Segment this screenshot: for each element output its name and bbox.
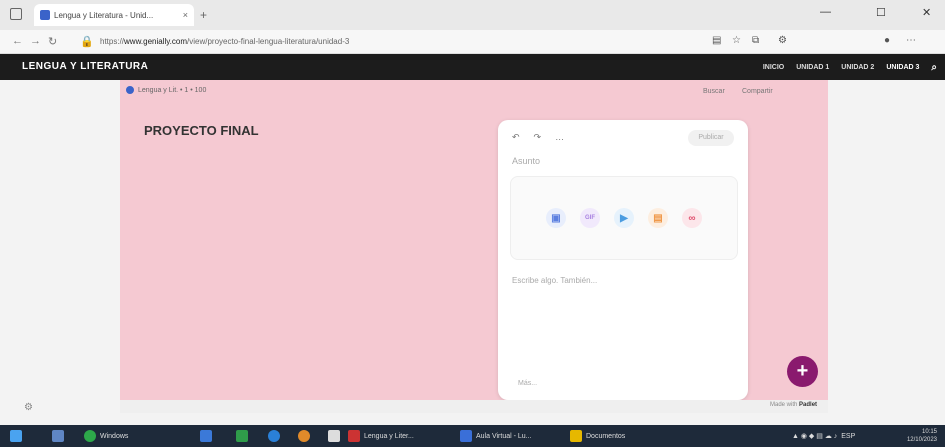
taskbar-app-1[interactable] bbox=[200, 428, 212, 444]
canvas-footer bbox=[120, 400, 828, 413]
brand-name: Padlet bbox=[799, 402, 818, 408]
workspaces-icon[interactable] bbox=[10, 8, 22, 20]
favorites-icon[interactable]: ☆ bbox=[732, 35, 741, 46]
system-clock[interactable]: 10:15 12/10/2023 bbox=[907, 428, 937, 444]
tab-close-icon[interactable]: × bbox=[183, 10, 188, 20]
menu-icon[interactable]: ⋯ bbox=[906, 35, 916, 46]
canvas-search-button[interactable]: Buscar bbox=[703, 88, 725, 95]
nav-link-unidad-1[interactable]: UNIDAD 1 bbox=[796, 64, 829, 71]
system-tray[interactable]: ▲ ◉ ◆ ▤ ☁ ♪ ESP bbox=[792, 428, 855, 444]
clock-date: 12/10/2023 bbox=[906, 437, 937, 443]
publish-button[interactable]: Publicar bbox=[688, 130, 734, 146]
profile-icon[interactable]: ● bbox=[884, 35, 890, 46]
taskbar-app-3[interactable] bbox=[268, 428, 280, 444]
taskbar-app-5[interactable] bbox=[328, 428, 340, 444]
windows-start-icon bbox=[10, 430, 22, 442]
taskbar-label: Lengua y Liter... bbox=[364, 432, 414, 440]
nav-link-unidad-2[interactable]: UNIDAD 2 bbox=[841, 64, 874, 71]
reader-icon[interactable]: ▤ bbox=[712, 35, 721, 46]
post-composer: ↶ ↷ … Publicar Asunto ▣ GIF ▶ ▤ ∞ Escribe al… bbox=[498, 120, 748, 400]
taskbar-file-explorer[interactable] bbox=[52, 428, 64, 444]
url-domain: www.genially.com bbox=[124, 37, 187, 46]
keyboard-language: ESP bbox=[841, 432, 856, 440]
edge-icon bbox=[268, 430, 280, 442]
whatsapp-icon bbox=[84, 430, 96, 442]
site-header: LENGUA Y LITERATURA INICIO UNIDAD 1 UNID… bbox=[0, 54, 945, 80]
back-icon[interactable]: ← bbox=[12, 35, 23, 47]
tab-title: Lengua y Literatura - Unid... bbox=[54, 10, 154, 20]
more-icon[interactable]: … bbox=[555, 132, 564, 143]
more-options-link[interactable]: Más... bbox=[518, 380, 537, 387]
file-explorer-icon bbox=[52, 430, 64, 442]
padlet-avatar-icon bbox=[126, 86, 134, 94]
taskbar-app-2[interactable] bbox=[236, 428, 248, 444]
taskbar-item-documentos[interactable]: Documentos bbox=[570, 428, 625, 444]
url-path: /view/proyecto-final-lengua-literatura/u… bbox=[187, 37, 350, 46]
tab-favicon-icon bbox=[40, 10, 50, 20]
taskbar-label: Windows bbox=[100, 432, 129, 440]
attachment-picker: ▣ GIF ▶ ▤ ∞ bbox=[510, 176, 738, 260]
start-button[interactable] bbox=[10, 428, 22, 444]
page-title: PROYECTO FINAL bbox=[144, 123, 259, 138]
subject-input[interactable]: Asunto bbox=[512, 156, 540, 166]
extensions-icon[interactable]: ⚙ bbox=[778, 35, 787, 46]
taskbar-item-windows[interactable]: Windows bbox=[84, 428, 128, 444]
address-bar-row: ← → ↻ 🔒 https://www.genially.com/view/pr… bbox=[0, 30, 945, 54]
excel-icon bbox=[236, 430, 248, 442]
app-icon bbox=[328, 430, 340, 442]
composer-toolbar: ↶ ↷ … bbox=[512, 132, 564, 143]
forward-icon[interactable]: → bbox=[30, 35, 41, 47]
url-field[interactable]: https://www.genially.com/view/proyecto-f… bbox=[100, 34, 560, 50]
taskbar-label: Documentos bbox=[586, 432, 626, 440]
redo-icon[interactable]: ↷ bbox=[534, 132, 542, 143]
maximize-button[interactable]: ☐ bbox=[876, 6, 886, 19]
link-icon[interactable]: ∞ bbox=[682, 208, 702, 228]
aula-virtual-icon bbox=[460, 430, 472, 442]
taskbar-label: Aula Virtual - Lu... bbox=[476, 432, 532, 440]
made-with-text: Made with bbox=[770, 402, 798, 408]
breadcrumb: Lengua y Lit. • 1 • 100 bbox=[126, 86, 206, 94]
app-icon bbox=[200, 430, 212, 442]
made-with-padlet[interactable]: Made with Padlet bbox=[770, 402, 817, 408]
add-post-button[interactable]: + bbox=[787, 356, 818, 387]
browser-window-icon bbox=[348, 430, 360, 442]
tray-icons: ▲ ◉ ◆ ▤ ☁ ♪ bbox=[792, 433, 838, 440]
collections-icon[interactable]: ⧉ bbox=[752, 35, 759, 46]
site-title[interactable]: LENGUA Y LITERATURA bbox=[22, 61, 148, 72]
browser-tab[interactable]: Lengua y Literatura - Unid... × bbox=[34, 4, 194, 26]
chrome-icon bbox=[298, 430, 310, 442]
site-nav: INICIO UNIDAD 1 UNIDAD 2 UNIDAD 3 ⌕ bbox=[763, 54, 937, 80]
lock-icon: 🔒 bbox=[80, 36, 94, 48]
close-window-button[interactable]: ✕ bbox=[922, 6, 931, 19]
file-icon[interactable]: ▤ bbox=[648, 208, 668, 228]
clock-time: 10:15 bbox=[921, 429, 937, 435]
refresh-icon[interactable]: ↻ bbox=[48, 35, 57, 48]
folder-icon bbox=[570, 430, 582, 442]
nav-link-unidad-3[interactable]: UNIDAD 3 bbox=[886, 64, 919, 71]
taskbar-item-lengua[interactable]: Lengua y Liter... bbox=[348, 428, 414, 444]
browser-tab-strip: Lengua y Literatura - Unid... × + — ☐ ✕ bbox=[0, 0, 945, 30]
minimize-button[interactable]: — bbox=[820, 6, 831, 18]
image-icon[interactable]: ▣ bbox=[546, 208, 566, 228]
gif-icon[interactable]: GIF bbox=[580, 208, 600, 228]
canvas-share-button[interactable]: Compartir bbox=[742, 88, 773, 95]
new-tab-button[interactable]: + bbox=[200, 8, 207, 22]
search-icon[interactable]: ⌕ bbox=[931, 62, 937, 73]
taskbar-app-4[interactable] bbox=[298, 428, 310, 444]
breadcrumb-text[interactable]: Lengua y Lit. • 1 • 100 bbox=[138, 87, 206, 94]
video-icon[interactable]: ▶ bbox=[614, 208, 634, 228]
nav-link-inicio[interactable]: INICIO bbox=[763, 64, 784, 71]
settings-gear-icon[interactable]: ⚙ bbox=[24, 402, 33, 413]
body-input[interactable]: Escribe algo. También... bbox=[512, 276, 597, 285]
url-prefix: https:// bbox=[100, 37, 125, 46]
taskbar-item-aula[interactable]: Aula Virtual - Lu... bbox=[460, 428, 532, 444]
undo-icon[interactable]: ↶ bbox=[512, 132, 520, 143]
windows-taskbar: Windows Lengua y Liter... Aula Virtual -… bbox=[0, 425, 945, 447]
